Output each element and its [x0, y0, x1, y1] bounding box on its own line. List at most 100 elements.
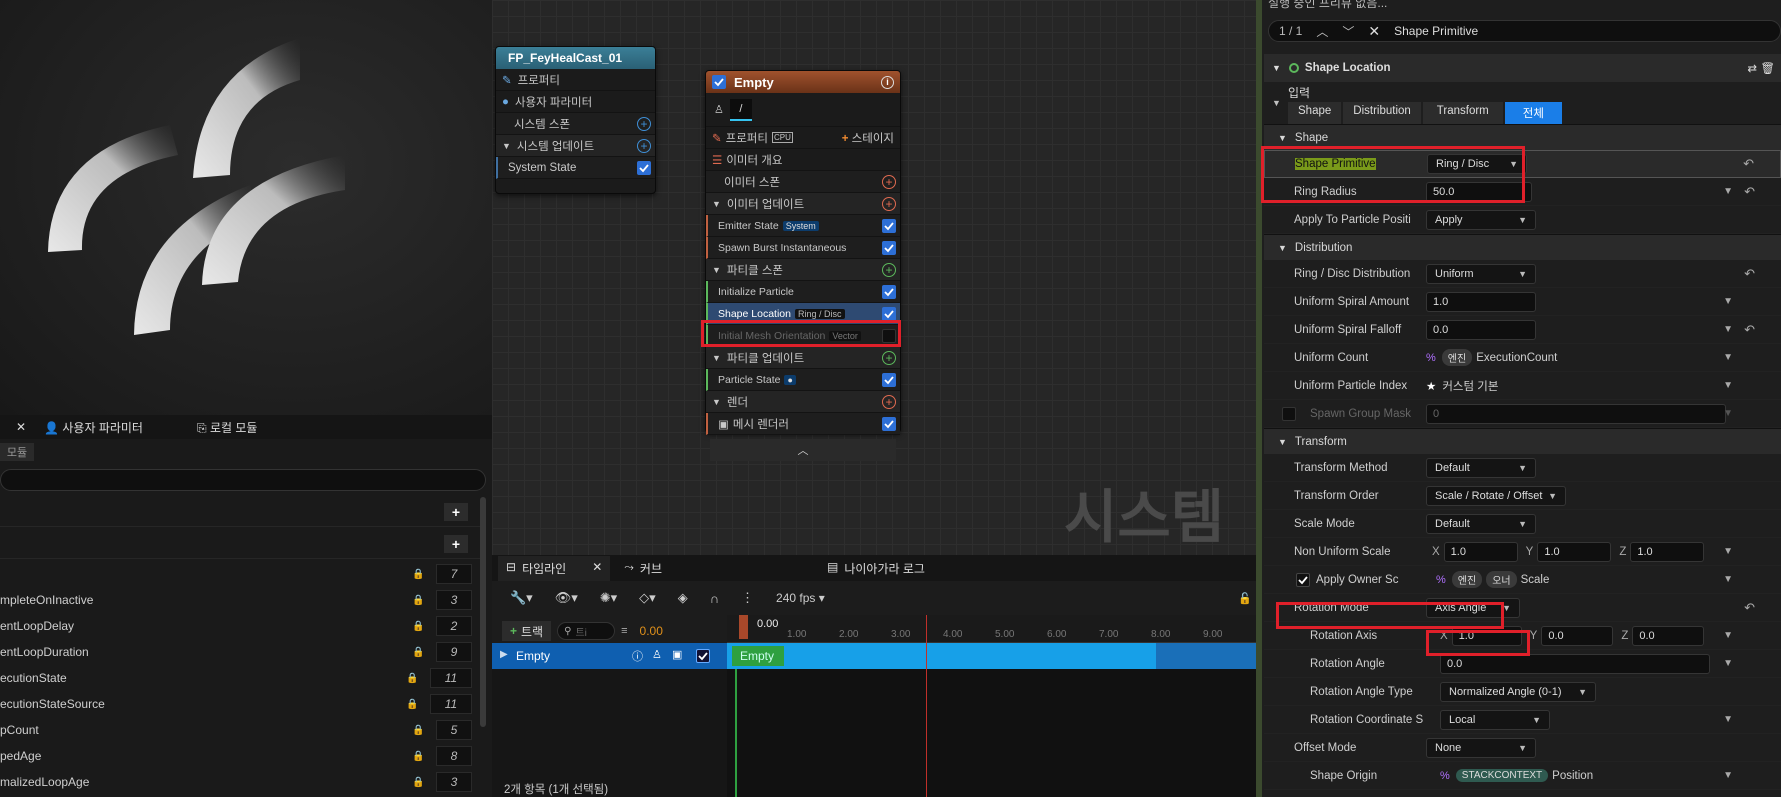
offset-mode-dropdown[interactable]: None ▼	[1426, 737, 1536, 758]
particle-index-value[interactable]: ★ 커스텀 기본	[1426, 378, 1498, 394]
add-icon[interactable]: +	[882, 196, 896, 211]
lock-icon[interactable]: 🔒	[406, 673, 418, 684]
collapse-icon[interactable]: ▼	[1272, 63, 1281, 73]
expand-icon[interactable]: ▼	[1723, 324, 1733, 335]
transform-method-dropdown[interactable]: Default ▼	[1426, 457, 1536, 478]
expand-icon[interactable]: ▼	[1723, 770, 1733, 781]
collapse-icon[interactable]: ▼	[1278, 133, 1287, 143]
expand-icon[interactable]: ▼	[1723, 658, 1733, 669]
current-time[interactable]: 0.00	[640, 624, 663, 638]
emitter-node-title[interactable]: Empty i	[706, 71, 900, 93]
eye-icon[interactable]: 👁▾	[555, 590, 578, 606]
delete-icon[interactable]: 🗑	[1760, 61, 1775, 75]
param-row[interactable]: entLoopDelay 🔒 2	[0, 613, 486, 639]
lock-icon[interactable]: 🔒	[412, 777, 424, 788]
particle-spawn-row[interactable]: ▼ 파티클 스폰 +	[706, 259, 900, 281]
apply-owner-checkbox[interactable]	[1296, 572, 1310, 587]
expand-icon[interactable]: ▼	[1723, 296, 1733, 307]
mesh-renderer-row[interactable]: ▣ 메시 렌더러	[706, 413, 900, 435]
scale-z-input[interactable]: 1.0	[1630, 541, 1705, 562]
axis-z-input[interactable]: 0.0	[1632, 625, 1705, 646]
row-ring-distribution[interactable]: Ring / Disc Distribution Uniform ▼ ↶	[1264, 260, 1781, 288]
expand-icon[interactable]: ▼	[1723, 380, 1733, 391]
add-track-button[interactable]: + 트랙	[502, 621, 552, 641]
expand-icon[interactable]: ▼	[1723, 408, 1733, 419]
particle-update-row[interactable]: ▼ 파티클 업데이트 +	[706, 347, 900, 369]
param-row[interactable]: ecutionStateSource 🔒 11	[0, 691, 486, 717]
person-icon[interactable]: ♙	[652, 648, 662, 661]
timeline-clip[interactable]: Empty	[732, 646, 784, 666]
row-shape-primitive[interactable]: Shape Primitive Ring / Disc ▼ ↶	[1264, 150, 1781, 178]
row-rotation-coordinate[interactable]: Rotation Coordinate S Local ▼ ▼	[1264, 706, 1781, 734]
module-chip[interactable]: 모듈	[0, 443, 34, 461]
collapse-icon[interactable]: ▼	[712, 265, 721, 275]
param-row[interactable]: malizedLoopAge 🔒 3	[0, 769, 486, 795]
param-row[interactable]: entLoopDuration 🔒 9	[0, 639, 486, 665]
person-icon[interactable]: ♙	[714, 103, 724, 116]
row-apply-to-particle[interactable]: Apply To Particle Positi Apply ▼	[1264, 206, 1781, 234]
shape-location-row[interactable]: Shape Location Ring / Disc	[706, 303, 900, 325]
reset-icon[interactable]: ↶	[1744, 184, 1755, 200]
row-rotation-angle-type[interactable]: Rotation Angle Type Normalized Angle (0-…	[1264, 678, 1781, 706]
row-spiral-amount[interactable]: Uniform Spiral Amount 1.0 ▼	[1264, 288, 1781, 316]
tab-local-modules[interactable]: ⎘ 로컬 모듈	[197, 419, 257, 436]
row-rotation-axis[interactable]: Rotation Axis X 1.0 Y 0.0 Z 0.0 ▼	[1264, 622, 1781, 650]
lock-icon[interactable]: 🔒	[412, 569, 424, 580]
system-node-title[interactable]: FP_FeyHealCast_01	[496, 47, 655, 69]
param-row[interactable]: pCount 🔒 5	[0, 717, 486, 743]
row-apply-owner-scale[interactable]: Apply Owner Sc % 엔진 오너 Scale ▼	[1264, 566, 1781, 594]
lock-icon[interactable]: 🔒	[406, 699, 418, 710]
expand-icon[interactable]: ▼	[1723, 630, 1733, 641]
wrench-icon[interactable]: 🔧▾	[510, 590, 533, 606]
enable-checkbox[interactable]	[882, 218, 896, 233]
spiral-falloff-input[interactable]: 0.0	[1426, 319, 1536, 340]
param-row[interactable]: mpleteOnInactive 🔒 3	[0, 587, 486, 613]
add-icon[interactable]: +	[882, 262, 896, 277]
spawn-burst-row[interactable]: Spawn Burst Instantaneous	[706, 237, 900, 259]
enable-checkbox[interactable]	[882, 306, 896, 321]
module-header[interactable]: ▼ Shape Location ⇄ 🗑	[1264, 54, 1781, 82]
filter-icon[interactable]: ≡	[621, 625, 627, 637]
key-icon[interactable]: ◇▾	[639, 590, 656, 606]
spark-icon[interactable]: ✺▾	[600, 590, 617, 606]
reset-icon[interactable]: ↶	[1744, 322, 1755, 338]
ring-radius-input[interactable]: 50.0	[1426, 181, 1532, 202]
row-scale-mode[interactable]: Scale Mode Default ▼	[1264, 510, 1781, 538]
row-shape-origin[interactable]: Shape Origin % STACKCONTEXT Position ▼	[1264, 762, 1781, 790]
rotation-coordinate-dropdown[interactable]: Local ▼	[1440, 709, 1550, 730]
row-offset-mode[interactable]: Offset Mode None ▼	[1264, 734, 1781, 762]
scale-mode-dropdown[interactable]: Default ▼	[1426, 513, 1536, 534]
params-search-input[interactable]	[0, 469, 486, 491]
rotation-mode-dropdown[interactable]: Axis Angle ▼	[1426, 597, 1520, 618]
details-search-input[interactable]: Shape Primitive	[1394, 24, 1478, 38]
details-search-bar[interactable]: 1 / 1 ︿ ﹀ ✕ Shape Primitive	[1268, 20, 1781, 42]
emitter-state-row[interactable]: Emitter State System	[706, 215, 900, 237]
close-tab-icon[interactable]: ✕	[592, 560, 602, 577]
time-ruler[interactable]: 0.00 1.00 2.00 3.00 4.00 5.00 6.00 7.00 8.00 9.0…	[727, 615, 1256, 643]
collapse-icon[interactable]: ▼	[712, 353, 721, 363]
axis-x-input[interactable]: 1.0	[1451, 625, 1522, 646]
row-uniform-count[interactable]: Uniform Count % 엔진 ExecutionCount ▼	[1264, 344, 1781, 372]
tab-timeline[interactable]: ⊟ 타임라인 ✕	[498, 555, 611, 581]
emitter-thumbnail[interactable]: /	[729, 98, 752, 121]
ring-distribution-dropdown[interactable]: Uniform ▼	[1426, 263, 1536, 284]
collapse-node-button[interactable]: ︿	[710, 439, 896, 461]
section-shape[interactable]: ▼ Shape	[1264, 124, 1781, 150]
snap-icon[interactable]: ∩	[710, 591, 719, 606]
info-icon[interactable]: i	[881, 75, 894, 89]
expand-icon[interactable]: ▼	[1723, 352, 1733, 363]
render-row[interactable]: ▼ 렌더 +	[706, 391, 900, 413]
uniform-count-value[interactable]: % 엔진 ExecutionCount	[1426, 349, 1557, 366]
emitter-enable-checkbox[interactable]	[712, 75, 726, 89]
lock-icon[interactable]: 🔒	[412, 751, 424, 762]
system-properties-row[interactable]: ✎ 프로퍼티	[496, 69, 655, 91]
playhead-marker[interactable]	[739, 615, 748, 639]
scale-y-input[interactable]: 1.0	[1537, 541, 1612, 562]
lock-icon[interactable]: 🔒	[412, 595, 424, 606]
spiral-amount-input[interactable]: 1.0	[1426, 291, 1536, 312]
node-graph[interactable]: FP_FeyHealCast_01 ✎ 프로퍼티 ● 사용자 파라미터 시스템 스폰…	[492, 0, 1256, 555]
expand-icon[interactable]: ▼	[1723, 714, 1733, 725]
add-icon[interactable]: +	[637, 116, 651, 131]
enable-checkbox[interactable]	[882, 372, 896, 387]
add-stage-button[interactable]: + 스테이지	[842, 130, 894, 146]
